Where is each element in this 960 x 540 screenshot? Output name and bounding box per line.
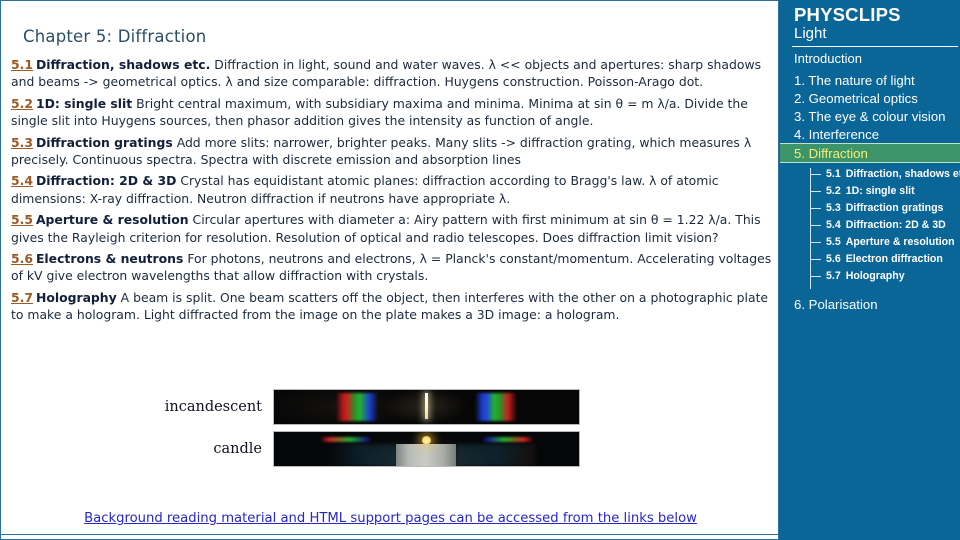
sidebar-item[interactable]: Introduction [780,49,960,67]
brand-title: PHYSCLIPS [794,4,901,25]
section-row: 5.2 1D: single slit Bright central maximu… [11,95,773,130]
section-heading: Holography [35,289,117,305]
section-row: 5.3 Diffraction gratings Add more slits: … [11,134,773,169]
section-heading: Electrons & neutrons [35,251,184,267]
sidebar-item[interactable]: 1. The nature of light [780,71,960,89]
sidebar-item[interactable]: 2. Geometrical optics [780,89,960,107]
sidebar-subitem[interactable]: 5.5 Aperture & resolution [780,234,960,251]
section-body: A beam is split. One beam scatters off t… [11,289,769,323]
section-number-link[interactable]: 5.3 [11,135,33,150]
bottom-divider [1,534,778,535]
subitem-label: Diffraction: 2D & 3D [845,219,946,231]
sidebar-subitem[interactable]: 5.6 Electron diffraction [780,251,960,268]
candle-spectrum-right [482,437,534,442]
subitem-number: 5.3 [826,202,841,214]
subitem-number: 5.5 [826,236,841,248]
section-number-link[interactable]: 5.5 [11,212,33,227]
section-row: 5.5 Aperture & resolution Circular apertu… [11,211,773,246]
section-row: 5.1 Diffraction, shadows etc. Diffraction… [11,56,773,91]
subitem-label: Diffraction, shadows etc [845,168,960,180]
sidebar-subitem[interactable]: 5.3 Diffraction gratings [780,200,960,217]
photo-row-incandescent: incandescent [1,388,601,426]
bottom-link-wrap: Background reading material and HTML sup… [1,507,778,526]
incandescent-spectrum-left [336,393,378,421]
sidebar: PHYSCLIPS Light Introduction 1. The natur… [780,0,960,540]
section-number-link[interactable]: 5.7 [11,290,33,305]
content-panel: Chapter 5: Diffraction 5.1 Diffraction, s… [0,0,779,540]
section-row: 5.7 Holography A beam is split. One beam … [11,289,773,324]
candle-glow-left [326,444,398,466]
subitem-label: 1D: single slit [845,185,915,197]
section-list: 5.1 Diffraction, shadows etc. Diffraction… [11,56,773,328]
sidebar-subitem[interactable]: 5.7 Holography [780,268,960,285]
candle-spectrum-left [320,437,372,442]
sidebar-subitem[interactable]: 5.4 Diffraction: 2D & 3D [780,217,960,234]
sidebar-nav: Introduction 1. The nature of light 2. Geo… [780,49,960,313]
section-heading: Diffraction gratings [35,134,173,150]
spectrum-photo-incandescent [273,389,580,425]
presentation-slide: Chapter 5: Diffraction 5.1 Diffraction, s… [0,0,960,540]
section-row: 5.4 Diffraction: 2D & 3D Crystal has equi… [11,172,773,207]
section-heading: 1D: single slit [35,95,133,111]
subitem-label: Diffraction gratings [845,202,944,214]
sidebar-item[interactable]: 5. Diffraction [780,143,960,163]
subitem-label: Electron diffraction [845,253,943,265]
subitem-number: 5.1 [826,168,841,180]
brand-divider [792,46,958,47]
sidebar-item[interactable]: 4. Interference [780,125,960,143]
subitem-number: 5.2 [826,185,841,197]
section-row: 5.6 Electrons & neutrons For photons, neu… [11,250,773,285]
section-heading: Diffraction: 2D & 3D [35,173,177,189]
photo-row-candle: candle [1,430,601,468]
page-title: Chapter 5: Diffraction [23,27,207,46]
brand-subtitle: Light [794,25,827,42]
sidebar-item[interactable]: 3. The eye & colour vision [780,107,960,125]
subitem-number: 5.4 [826,219,841,231]
section-number-link[interactable]: 5.1 [11,57,33,72]
section-heading: Aperture & resolution [35,212,189,228]
photo-label-incandescent: incandescent [164,399,262,415]
section-number-link[interactable]: 5.6 [11,251,33,266]
sidebar-subitem[interactable]: 5.1 Diffraction, shadows etc [780,166,960,183]
sidebar-subitem[interactable]: 5.2 1D: single slit [780,183,960,200]
subitem-label: Aperture & resolution [845,236,955,248]
section-number-link[interactable]: 5.2 [11,96,33,111]
sidebar-item-polarisation[interactable]: 6. Polarisation [780,295,960,313]
spectrum-photo-candle [273,431,580,467]
section-number-link[interactable]: 5.4 [11,173,33,188]
section-heading: Diffraction, shadows etc. [35,57,211,72]
photo-block: incandescent candle [1,381,778,477]
candle-flame [422,436,431,444]
sidebar-subnav: 5.1 Diffraction, shadows etc 5.2 1D: single… [780,166,960,289]
photo-label-candle: candle [213,441,262,457]
subitem-number: 5.7 [826,270,841,282]
candle-body [396,444,456,466]
subitem-number: 5.6 [826,253,841,265]
candle-glow-right [456,444,536,466]
background-reading-link[interactable]: Background reading material and HTML sup… [84,511,697,526]
incandescent-filament [425,393,428,419]
subitem-label: Holography [845,270,905,282]
incandescent-spectrum-right [475,393,517,421]
